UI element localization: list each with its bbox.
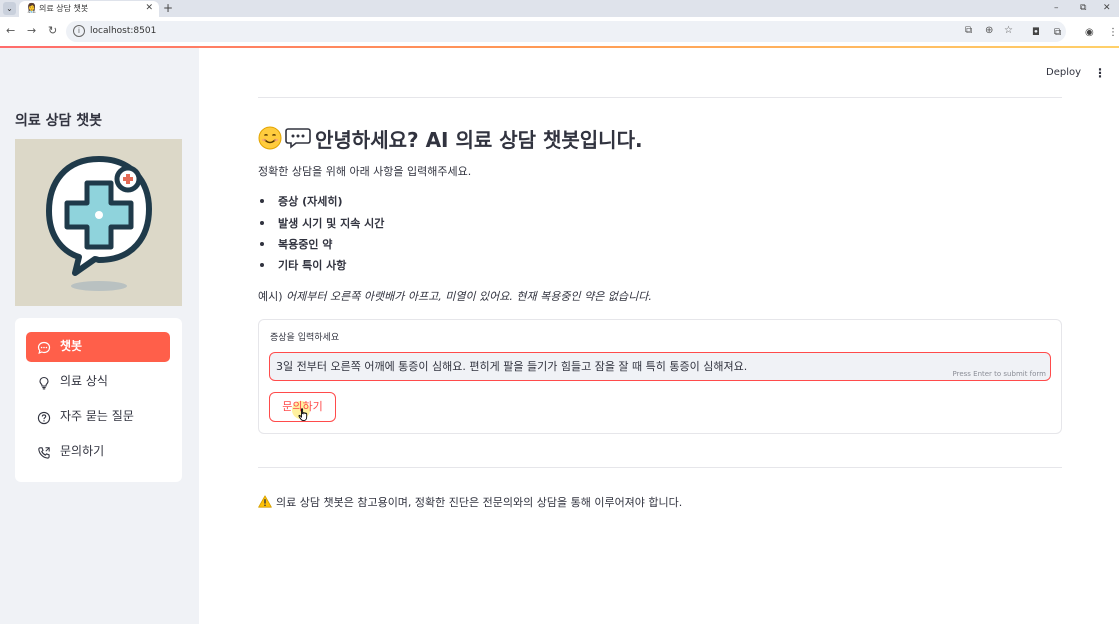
zoom-icon[interactable]: ⊕ [985,25,993,37]
menu-label: 자주 묻는 질문 [60,409,134,423]
intro-text: 정확한 상담을 위해 아래 사항을 입력해주세요. [258,165,472,178]
list-item: 기타 특이 사항 [260,259,346,273]
extensions-icon[interactable]: ⧉ [1054,27,1061,39]
chat-dots-icon [37,340,51,354]
url-text: localhost:8501 [90,26,157,36]
divider [258,97,1062,98]
restore-icon[interactable]: ⧉ [1080,2,1086,14]
tab-close-icon[interactable]: ✕ [145,3,153,14]
medical-chat-logo [15,139,182,306]
browser-tab-bar: ⌄ 👩‍⚕️ 의료 상담 챗봇 ✕ + – ⧉ ✕ [0,0,1119,17]
translate-icon[interactable]: ⧉ [965,25,972,37]
telephone-icon [37,445,51,459]
deploy-button[interactable]: Deploy [1046,67,1081,79]
bookmark-star-icon[interactable]: ☆ [1004,25,1013,37]
menu-item-medical-knowledge[interactable]: 의료 상식 [26,367,170,397]
site-info-icon[interactable]: i [73,25,85,37]
symptom-form: 증상을 입력하세요 3일 전부터 오른쪽 어깨에 통증이 심해요. 편히게 팔을… [258,319,1062,434]
submit-button[interactable]: 문의하기 [269,392,336,422]
menu-label: 문의하기 [60,444,105,458]
menu-item-chatbot[interactable]: 챗봇 [26,332,170,362]
address-bar: ← → ↻ i localhost:8501 ⧉ ⊕ ☆ ◘ ⧉ ◉ ⋮ [0,17,1119,46]
sidebar-title: 의료 상담 챗봇 [15,113,103,129]
tab-favicon-icon: 👩‍⚕️ [26,4,38,14]
screenshot-icon[interactable]: ◘ [1032,27,1040,39]
symptom-input[interactable]: 3일 전부터 오른쪽 어깨에 통증이 심해요. 편히게 팔을 들기가 힘들고 잠… [269,352,1051,381]
symptom-input-value: 3일 전부터 오른쪽 어깨에 통증이 심해요. 편히게 팔을 들기가 힘들고 잠… [276,360,748,373]
tab-search-icon[interactable]: ⌄ [3,2,16,15]
menu-label: 챗봇 [60,339,83,353]
page-title: 안녕하세요? AI 의료 상담 챗봇입니다. [258,126,643,154]
warning-text: 의료 상담 챗봇은 참고용이며, 정확한 진단은 전문의와의 상담을 통해 이루… [276,495,683,509]
divider [258,467,1062,468]
page-title-text: 안녕하세요? AI 의료 상담 챗봇입니다. [315,128,643,152]
list-item: 복용중인 약 [260,238,332,252]
warning-icon [258,493,272,512]
example-text: 예시) 어제부터 오른쪽 아랫배가 아프고, 미열이 있어요. 현재 복용중인 … [258,290,652,303]
title-smile-icon [258,126,282,154]
sidebar: 의료 상담 챗봇 챗봇 의료 상식 자주 묻는 질문 문의하기 [0,48,199,624]
main-menu-icon[interactable]: ⋮ [1094,66,1106,80]
menu-item-faq[interactable]: 자주 묻는 질문 [26,402,170,432]
forward-icon[interactable]: → [27,25,36,37]
question-circle-icon [37,410,51,425]
minimize-icon[interactable]: – [1054,2,1059,14]
list-item: 증상 (자세히) [260,195,342,209]
new-tab-icon[interactable]: + [163,1,173,15]
browser-tab[interactable]: 👩‍⚕️ 의료 상담 챗봇 ✕ [19,1,159,17]
list-item: 발생 시기 및 지속 시간 [260,217,384,231]
lightbulb-icon [37,375,51,390]
tab-title: 의료 상담 챗봇 [39,4,89,13]
back-icon[interactable]: ← [6,25,15,37]
url-field[interactable]: i localhost:8501 ⧉ ⊕ ☆ [66,21,1066,42]
hand-cursor-icon [298,407,310,426]
submit-hint: Press Enter to submit form [952,370,1047,378]
warning-notice: 의료 상담 챗봇은 참고용이며, 정확한 진단은 전문의와의 상담을 통해 이루… [258,493,682,512]
close-window-icon[interactable]: ✕ [1103,2,1111,14]
title-speech-bubble-icon [285,126,311,154]
browser-menu-icon[interactable]: ⋮ [1108,27,1118,39]
navigation-menu: 챗봇 의료 상식 자주 묻는 질문 문의하기 [15,318,182,482]
symptom-input-label: 증상을 입력하세요 [270,333,340,343]
profile-icon[interactable]: ◉ [1085,27,1094,39]
reload-icon[interactable]: ↻ [48,25,57,37]
menu-label: 의료 상식 [60,374,108,388]
menu-item-contact[interactable]: 문의하기 [26,437,170,467]
